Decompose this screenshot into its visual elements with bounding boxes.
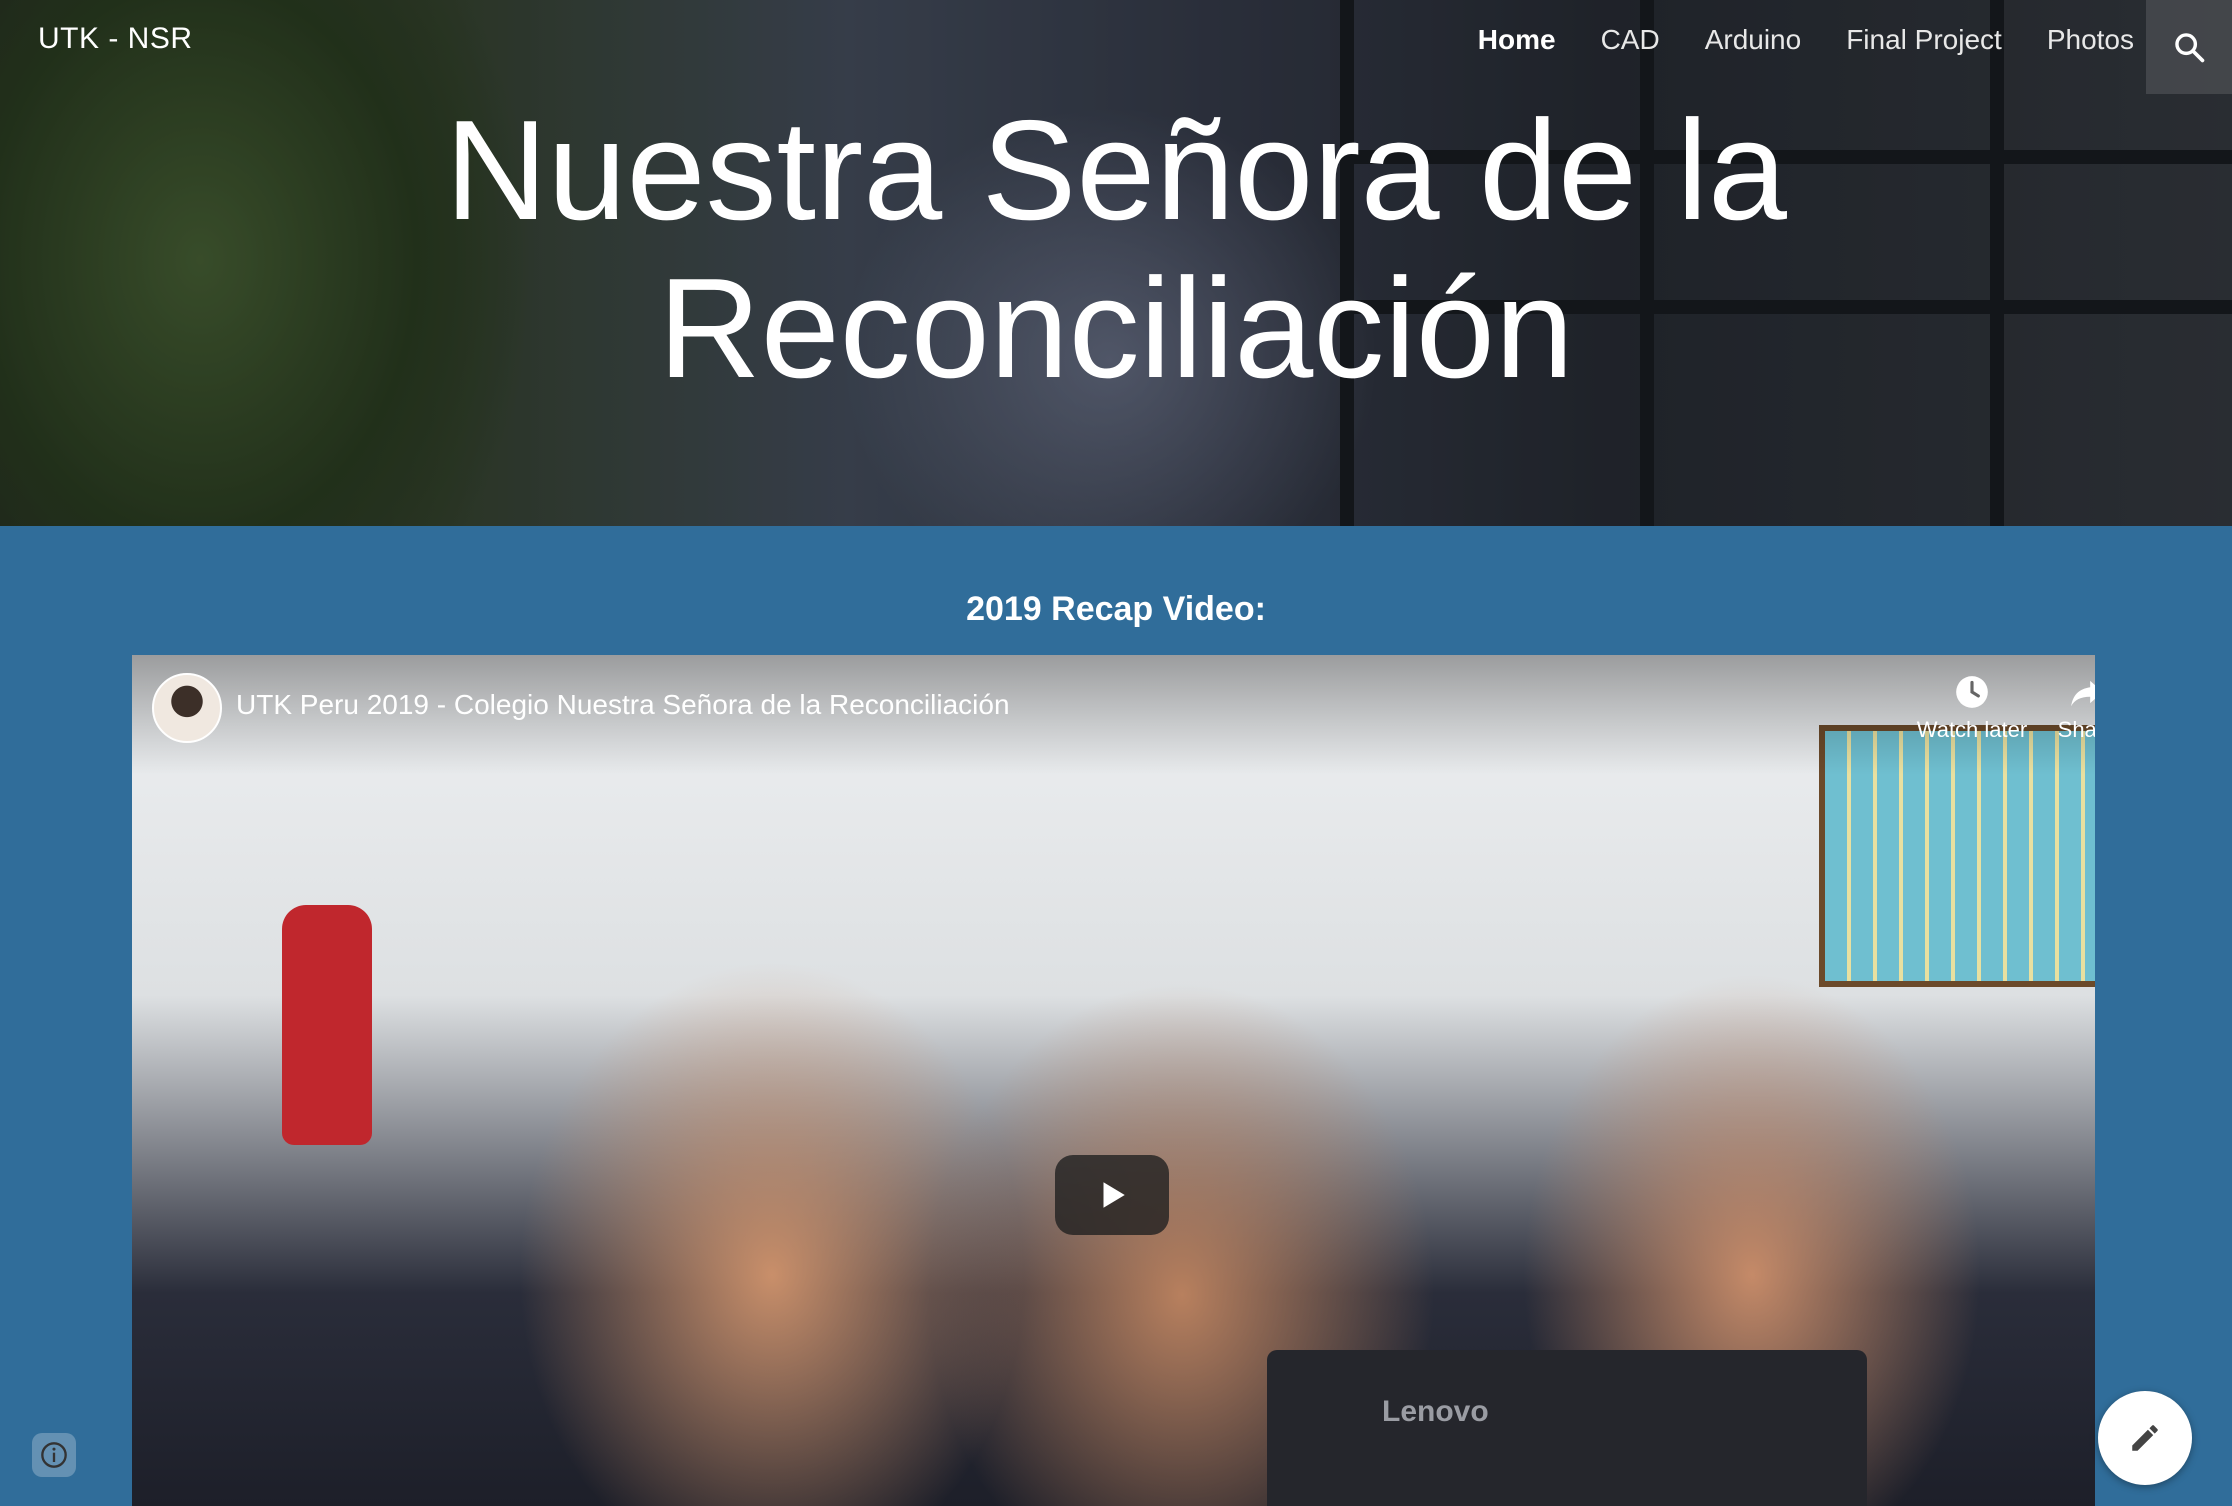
- video-thumbnail-laptop-brand: Lenovo: [1382, 1395, 1489, 1428]
- video-embed[interactable]: Lenovo UTK Peru 2019 - Colegio Nuestra S…: [132, 655, 2095, 1506]
- edit-button[interactable]: [2098, 1391, 2192, 1485]
- video-title[interactable]: UTK Peru 2019 - Colegio Nuestra Señora d…: [236, 689, 1010, 721]
- video-thumbnail-laptop: [1267, 1350, 1867, 1506]
- nav-item-photos[interactable]: Photos: [2047, 24, 2134, 56]
- nav-item-arduino[interactable]: Arduino: [1705, 24, 1802, 56]
- pencil-icon: [2132, 1425, 2158, 1451]
- info-icon: [41, 1442, 67, 1468]
- page-title-line-1: Nuestra Señora de la: [445, 91, 1787, 250]
- recap-heading: 2019 Recap Video:: [966, 590, 1266, 628]
- clock-icon: [1956, 676, 1988, 708]
- top-nav: Home CAD Arduino Final Project Photos: [1478, 24, 2134, 56]
- channel-avatar[interactable]: [152, 673, 222, 743]
- watch-later-button[interactable]: Watch later: [1912, 673, 2032, 743]
- video-thumbnail-extinguisher: [282, 905, 372, 1145]
- play-button[interactable]: [1055, 1155, 1169, 1235]
- watch-later-label: Watch later: [1916, 717, 2028, 742]
- nav-item-final-project[interactable]: Final Project: [1846, 24, 2002, 56]
- search-icon: [2175, 33, 2205, 63]
- play-icon: [1103, 1182, 1125, 1208]
- page-title: Nuestra Señora de la Reconciliación: [0, 92, 2232, 408]
- site-title[interactable]: UTK - NSR: [38, 22, 193, 56]
- page-title-line-2: Reconciliación: [658, 249, 1574, 408]
- nav-item-home[interactable]: Home: [1478, 24, 1556, 56]
- share-arrow-icon: [2071, 680, 2095, 707]
- search-button[interactable]: [2146, 0, 2232, 94]
- site-info-button[interactable]: [32, 1433, 76, 1477]
- share-label: Share: [2057, 717, 2095, 742]
- share-button[interactable]: Share: [2027, 673, 2095, 743]
- nav-item-cad[interactable]: CAD: [1601, 24, 1660, 56]
- hero-banner: UTK - NSR Home CAD Arduino Final Project…: [0, 0, 2232, 526]
